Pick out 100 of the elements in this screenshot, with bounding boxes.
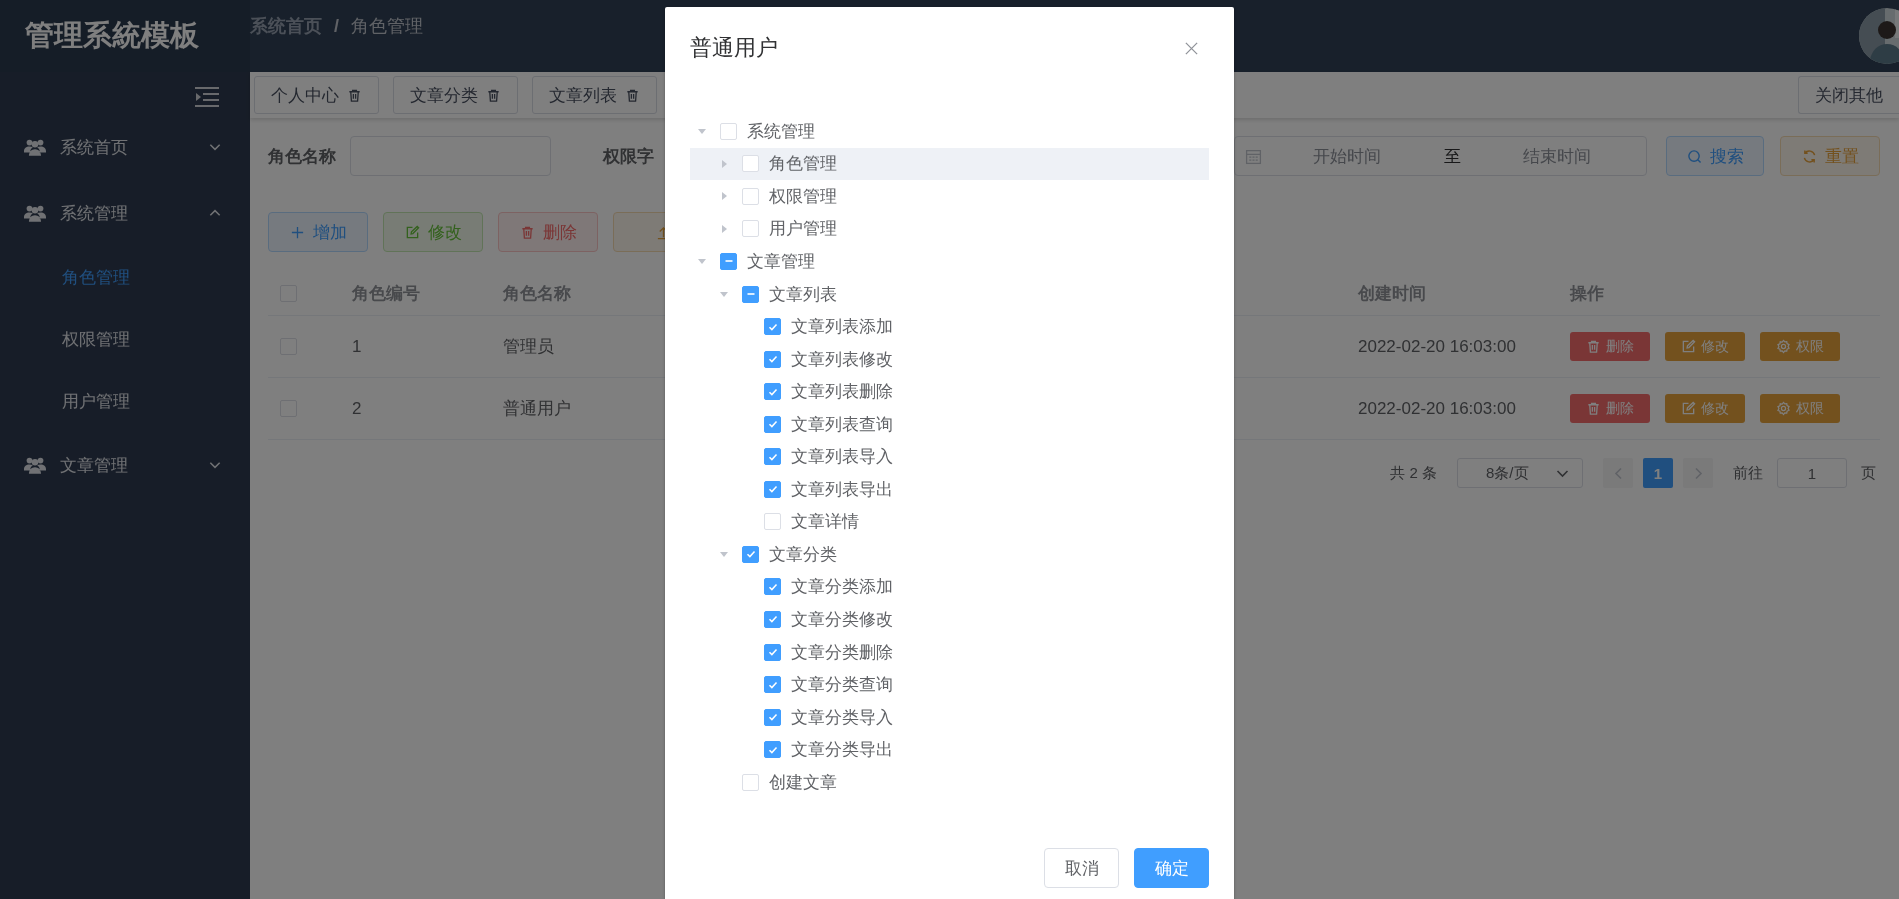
node-label: 文章分类查询 [791,674,893,697]
refresh-icon [1801,148,1817,164]
node-label: 文章列表添加 [791,316,893,339]
tree-node[interactable]: 文章列表导出 [690,473,1209,506]
node-label: 文章详情 [791,511,859,534]
checkbox[interactable] [764,448,781,466]
node-label: 文章分类删除 [791,641,893,664]
breadcrumb-item: 角色管理 [351,15,423,38]
tree-node[interactable]: 文章分类导出 [690,733,1209,766]
add-button[interactable]: 增加 [268,212,368,252]
tree-node[interactable]: 创建文章 [690,765,1209,799]
node-label: 系统管理 [747,120,815,143]
checkbox[interactable] [764,741,781,759]
confirm-button[interactable]: 确定 [1134,848,1209,889]
gear-icon [1776,401,1791,416]
tree-node[interactable]: 文章列表导入 [690,440,1209,473]
node-label: 文章分类 [769,543,837,566]
plus-icon [289,224,305,240]
trash-icon [1586,339,1601,354]
edit-icon [404,224,420,240]
menu-icon[interactable] [195,86,219,108]
tree-node[interactable]: 文章列表查询 [690,407,1209,441]
delete-button[interactable]: 删除 [498,212,598,252]
table-cell: 2022-02-20 16:03:00 [1346,316,1558,378]
node-label: 文章列表导入 [791,446,893,469]
search-button[interactable]: 搜索 [1666,136,1764,176]
checkbox[interactable] [764,318,781,336]
checkbox[interactable] [764,480,781,498]
node-label: 文章分类添加 [791,576,893,599]
checkbox[interactable] [742,545,759,563]
tree-node[interactable]: 用户管理 [690,212,1209,246]
checkbox[interactable] [764,643,781,661]
total-count: 共 2 条 [1390,463,1437,483]
users-icon [24,456,46,474]
checkbox[interactable] [764,676,781,694]
tree-node[interactable]: 文章管理 [690,245,1209,278]
users-icon [24,204,46,222]
sidebar-subitem[interactable]: 权限管理 [0,308,250,370]
table-cell: 2022-02-20 16:03:00 [1346,378,1558,440]
tree-node[interactable]: 文章详情 [690,505,1209,539]
tree-node[interactable]: 角色管理 [690,147,1209,181]
tree-node[interactable]: 文章列表 [690,277,1209,311]
cancel-button[interactable]: 取消 [1044,848,1119,889]
node-label: 文章管理 [747,250,815,273]
field-label: 角色名称 [268,145,336,168]
sidebar-subitem[interactable]: 用户管理 [0,370,250,432]
node-label: 文章列表查询 [791,413,893,436]
checkbox[interactable] [764,350,781,368]
node-label: 文章分类导出 [791,739,893,762]
tab[interactable]: 文章列表 [532,76,657,114]
field-label: 权限字 [603,145,654,168]
trash-icon [486,87,501,103]
tree-node[interactable]: 文章分类添加 [690,570,1209,604]
sidebar-subitem[interactable]: 角色管理 [0,246,250,308]
tree-node[interactable]: 文章分类修改 [690,603,1209,636]
sidebar-item[interactable]: 系统首页 [0,114,250,180]
node-label: 文章列表修改 [791,348,893,371]
checkbox[interactable] [720,252,737,270]
node-label: 用户管理 [769,218,837,241]
breadcrumb-separator: / [334,15,339,37]
tree-node[interactable]: 系统管理 [690,115,1209,148]
delete-button[interactable]: 删除 [1570,332,1650,361]
tab[interactable]: 个人中心 [254,76,379,114]
checkbox[interactable] [742,285,759,303]
edit-icon [1681,401,1696,416]
node-label: 文章列表 [769,283,837,306]
close-others-button[interactable]: 关闭其他 [1798,76,1899,114]
tree-node[interactable]: 文章分类删除 [690,635,1209,669]
checkbox[interactable] [764,415,781,433]
tree-node[interactable]: 文章列表修改 [690,342,1209,376]
sidebar-item[interactable]: 系统管理 [0,180,250,246]
checkbox[interactable] [764,578,781,596]
node-label: 创建文章 [769,771,837,794]
trash-icon [625,87,640,103]
delete-button[interactable]: 删除 [1570,394,1650,423]
table-cell: 1 [340,316,491,378]
tab[interactable]: 文章分类 [393,76,518,114]
table-cell: 2 [340,378,491,440]
page-size-select[interactable]: 8条/页 [1457,458,1583,488]
checkbox[interactable] [764,610,781,628]
page-button[interactable]: 1 [1643,458,1673,488]
page-input[interactable]: 1 [1777,458,1847,488]
edit-icon [1681,339,1696,354]
search-icon [1686,148,1702,164]
node-label: 文章列表删除 [791,381,893,404]
node-label: 文章分类修改 [791,608,893,631]
tree-node[interactable]: 文章分类 [690,538,1209,571]
checkbox[interactable] [764,708,781,726]
tree-node[interactable]: 权限管理 [690,180,1209,213]
tree-node[interactable]: 文章列表删除 [690,375,1209,408]
node-label: 文章列表导出 [791,478,893,501]
tree-node[interactable]: 文章列表添加 [690,310,1209,343]
sidebar-item[interactable]: 文章管理 [0,432,250,498]
close-icon[interactable] [1184,40,1199,56]
tree-node[interactable]: 文章分类导入 [690,700,1209,734]
app-logo: 管理系統模板 [0,0,250,72]
checkbox[interactable] [764,383,781,401]
date-range-field[interactable]: 开始时间 至 结束时间 [1234,136,1647,176]
trash-icon [1586,401,1601,416]
tree-node[interactable]: 文章分类查询 [690,668,1209,701]
